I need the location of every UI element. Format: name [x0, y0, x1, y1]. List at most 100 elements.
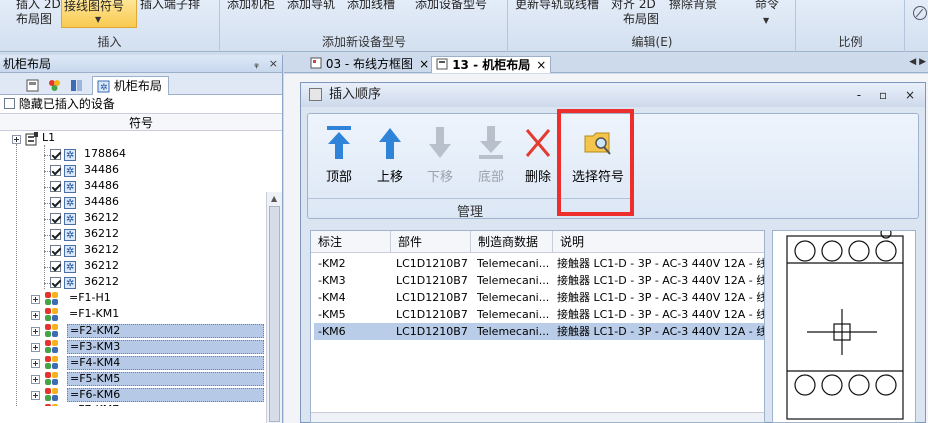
component-checkbox[interactable] [50, 149, 61, 160]
erase-background-button[interactable]: 擦除背景 [669, 0, 717, 11]
expand-icon[interactable] [31, 295, 40, 304]
close-button[interactable]: × [905, 88, 915, 102]
expand-icon[interactable] [31, 391, 40, 400]
cabinet-icon [25, 132, 38, 146]
device-row[interactable]: =F6-KM6 [0, 387, 266, 403]
scale-icon[interactable] [913, 6, 927, 20]
device-row[interactable]: =F4-KM4 [0, 355, 266, 371]
scroll-up-icon[interactable]: ▲ [271, 194, 277, 203]
component-row[interactable]: 36212 [0, 227, 266, 244]
column-part[interactable]: 部件 [391, 231, 471, 253]
device-row[interactable]: =F5-KM5 [0, 371, 266, 387]
ribbon: 插入 2D 布局图 接线图符号 ▼ 插入端子排 插入 添加机柜 添加导轨 添加线… [0, 0, 928, 52]
table-hscrollbar[interactable] [311, 412, 764, 422]
tab-components-icon[interactable] [48, 76, 61, 95]
move-up-button-label: 上移 [376, 170, 403, 185]
tab-cabinet-layout[interactable]: ✲ 机柜布局 [92, 76, 169, 95]
device-row[interactable]: =F3-KM3 [0, 339, 266, 355]
column-tag[interactable]: 标注 [311, 231, 391, 253]
close-tab-icon[interactable]: × [419, 57, 429, 71]
delete-button[interactable]: 删除 [516, 124, 560, 188]
table-row[interactable]: -KM4 LC1D1210B7 Telemecani... 接触器 LC1-D - 3… [314, 289, 764, 306]
component-checkbox[interactable] [50, 261, 61, 272]
component-checkbox[interactable] [50, 229, 61, 240]
expand-icon[interactable] [31, 327, 40, 336]
device-row[interactable]: =F1-KM1 [0, 307, 266, 323]
table-cell-part: LC1D1210B7 [396, 257, 468, 270]
component-checkbox[interactable] [50, 213, 61, 224]
component-checkbox[interactable] [50, 277, 61, 288]
component-row[interactable]: 36212 [0, 259, 266, 276]
tree-root-row[interactable]: L1 [0, 131, 266, 147]
table-row[interactable]: -KM3 LC1D1210B7 Telemecani... 接触器 LC1-D - 3… [314, 272, 764, 289]
move-up-button[interactable]: 上移 [365, 124, 415, 188]
insert-terminal-strip-button[interactable]: 插入端子排 [140, 0, 200, 11]
maximize-button[interactable]: ▫ [879, 88, 887, 102]
delete-button-label: 删除 [524, 170, 551, 185]
command-button[interactable]: 命令 [755, 0, 779, 11]
add-device-type-button[interactable]: 添加设备型号 [415, 0, 487, 11]
tab-label: 13 - 机柜布局 [452, 58, 531, 72]
cabinet-layout-panel: 机柜布局 ᵩ × ✲ 机柜布局 隐藏已插入的设备 符号 L1 178864 3448… [0, 55, 283, 423]
component-row[interactable]: 34486 [0, 195, 266, 212]
component-checkbox[interactable] [50, 181, 61, 192]
symbol-column-header[interactable]: 符号 [0, 113, 282, 131]
align-2d-button[interactable]: 对齐 2D [611, 0, 656, 11]
tab-cabinet-layout-doc[interactable]: 13 - 机柜布局 × [431, 56, 552, 73]
column-manufacturer[interactable]: 制造商数据 [471, 231, 553, 253]
table-row[interactable]: -KM6 LC1D1210B7 Telemecani... 接触器 LC1-D - 3… [314, 323, 764, 340]
component-icon [64, 196, 76, 212]
insert-2d-button[interactable]: 插入 2D [16, 0, 61, 11]
svg-text:✲: ✲ [100, 83, 108, 93]
add-duct-button[interactable]: 添加线槽 [347, 0, 395, 11]
table-row[interactable]: -KM2 LC1D1210B7 Telemecani... 接触器 LC1-D - 3… [314, 255, 764, 272]
scroll-thumb[interactable] [269, 206, 280, 422]
tab-terminals-icon[interactable] [70, 76, 83, 95]
expand-icon[interactable] [31, 375, 40, 384]
component-icon [64, 244, 76, 260]
move-down-button[interactable]: 下移 [415, 124, 465, 188]
expand-icon[interactable] [31, 359, 40, 368]
component-row[interactable]: 36212 [0, 211, 266, 228]
component-checkbox[interactable] [50, 245, 61, 256]
top-button[interactable]: 顶部 [314, 124, 364, 188]
table-cell-tag: -KM3 [318, 274, 346, 287]
component-row[interactable]: 178864 [0, 147, 266, 164]
hide-inserted-checkbox[interactable] [4, 98, 15, 109]
tab-scroll-arrows-icon[interactable]: ◀ ▶ [909, 57, 926, 67]
chevron-down-icon[interactable]: ▼ [763, 16, 769, 25]
device-row[interactable]: =F7-KM7 [0, 403, 266, 406]
component-checkbox[interactable] [50, 197, 61, 208]
device-row[interactable]: =F1-H1 [0, 291, 266, 307]
column-description[interactable]: 说明 [553, 231, 764, 253]
add-cabinet-button[interactable]: 添加机柜 [227, 0, 275, 11]
tab-pages-icon[interactable] [26, 76, 39, 95]
component-checkbox[interactable] [50, 165, 61, 176]
layout-view-label[interactable]: 布局图 [16, 12, 52, 26]
expand-icon[interactable] [31, 311, 40, 320]
close-tab-icon[interactable]: × [536, 58, 546, 72]
arrow-top-icon [327, 126, 351, 159]
expand-icon[interactable] [31, 343, 40, 352]
table-row[interactable]: -KM5 LC1D1210B7 Telemecani... 接触器 LC1-D - 3… [314, 306, 764, 323]
expand-icon[interactable] [12, 135, 21, 144]
pin-icon[interactable]: ᵩ [254, 57, 259, 70]
top-button-label: 顶部 [325, 170, 352, 185]
update-rail-duct-button[interactable]: 更新导轨或线槽 [515, 0, 599, 11]
tree-scrollbar[interactable]: ▲ [266, 192, 282, 423]
component-label: 36212 [84, 211, 119, 224]
ribbon-group-edit: 更新导轨或线槽 对齐 2D 擦除背景 布局图 命令 ▼ 编辑(E) [509, 0, 796, 52]
component-row[interactable]: 34486 [0, 163, 266, 180]
bottom-button[interactable]: 底部 [466, 124, 516, 188]
component-row[interactable]: 36212 [0, 243, 266, 260]
component-row[interactable]: 36212 [0, 275, 266, 292]
close-icon[interactable]: × [269, 57, 278, 70]
add-rail-button[interactable]: 添加导轨 [287, 0, 335, 11]
ribbon-group-insert: 插入 2D 布局图 接线图符号 ▼ 插入端子排 插入 [0, 0, 220, 52]
component-row[interactable]: 34486 [0, 179, 266, 196]
device-row[interactable]: =F2-KM2 [0, 323, 266, 339]
minimize-button[interactable]: - [857, 88, 861, 102]
tab-wiring-block-diagram[interactable]: 03 - 布线方框图 × [306, 56, 433, 73]
ribbon-group-label: 比例 [838, 35, 863, 49]
wiring-symbol-button[interactable]: 接线图符号 ▼ [61, 0, 137, 28]
